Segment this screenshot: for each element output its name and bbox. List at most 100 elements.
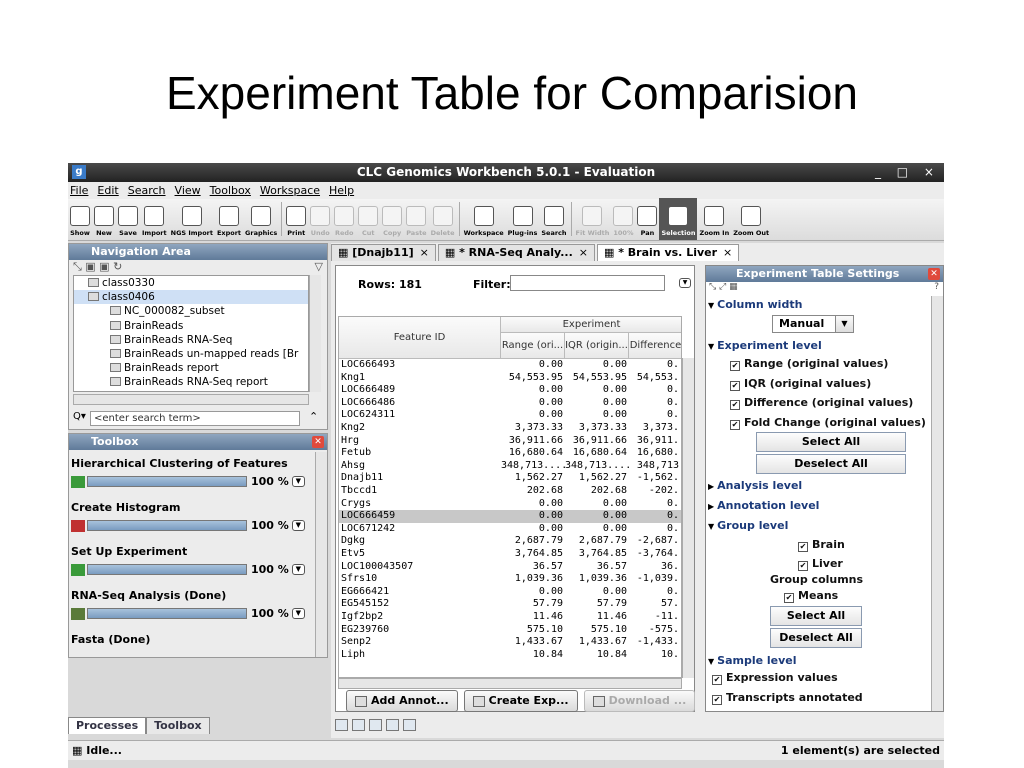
toolbar-graphics-button[interactable]: Graphics <box>243 198 279 240</box>
sample-level-checkbox[interactable]: ✔ Expression values <box>712 671 838 685</box>
table-row[interactable]: LOC100043507 36.57 36.57 36. <box>339 561 681 574</box>
table-action-button[interactable]: Download ... <box>583 690 696 712</box>
toolbox-scrollbar[interactable] <box>315 452 327 657</box>
section-experiment-level[interactable]: ▼ Experiment level <box>708 339 822 352</box>
tree-item[interactable]: BrainReads RNA-Seq <box>74 333 308 347</box>
tree-hscrollbar[interactable] <box>73 394 309 405</box>
table-row[interactable]: Sfrs10 1,039.36 1,039.36 -1,039. <box>339 573 681 586</box>
menu-toolbox[interactable]: Toolbox <box>210 182 251 199</box>
group-deselect-all-button[interactable]: Deselect All <box>770 628 862 648</box>
toolbar-undo-button[interactable]: Undo <box>308 198 332 240</box>
close-tab-icon[interactable]: × <box>723 246 732 259</box>
menu-search[interactable]: Search <box>128 182 166 199</box>
toolbar-delete-button[interactable]: Delete <box>429 198 457 240</box>
tree-item[interactable]: class0406 <box>74 290 308 305</box>
toolbar-copy-button[interactable]: Copy <box>380 198 404 240</box>
table-row[interactable]: Ahsg 348,713.... 348,713.... 348,713 <box>339 460 681 473</box>
close-icon[interactable]: ✕ <box>928 268 940 280</box>
toolbar-cut-button[interactable]: Cut <box>356 198 380 240</box>
editor-tab[interactable]: ▦ [Dnajb11] × <box>331 244 436 261</box>
toolbar-100--button[interactable]: 100% <box>611 198 635 240</box>
table-row[interactable]: LOC666493 0.00 0.00 0. <box>339 359 681 372</box>
table-row[interactable]: Etv5 3,764.85 3,764.85 -3,764. <box>339 548 681 561</box>
process-options-icon[interactable]: ▼ <box>291 476 305 487</box>
filter-icon[interactable]: ▽ <box>315 260 323 273</box>
window-controls[interactable]: _ □ × <box>875 163 940 182</box>
menu-view[interactable]: View <box>175 182 201 199</box>
tree-item[interactable]: BrainReads <box>74 319 308 333</box>
search-icon[interactable]: Q▾ <box>73 411 86 422</box>
section-sample-level[interactable]: ▼ Sample level <box>708 654 797 667</box>
experiment-level-checkbox[interactable]: ✔ Fold Change (original values) <box>730 416 926 430</box>
tree-item[interactable]: class0330 <box>74 276 308 290</box>
table-row[interactable]: Igf2bp2 11.46 11.46 -11. <box>339 611 681 624</box>
table-row[interactable]: Dgkg 2,687.79 2,687.79 -2,687. <box>339 535 681 548</box>
section-analysis-level[interactable]: ▶ Analysis level <box>708 479 802 492</box>
toolbar-pan-button[interactable]: Pan <box>635 198 659 240</box>
group-liver-checkbox[interactable]: ✔ Liver <box>798 557 843 571</box>
filter-options-icon[interactable]: ▼ <box>679 278 691 288</box>
table-row[interactable]: Hrg 36,911.66 36,911.66 36,911. <box>339 435 681 448</box>
column-header-iqr[interactable]: IQR (origin... <box>565 333 629 359</box>
filter-input[interactable] <box>510 275 665 291</box>
toolbar-zoom-in-button[interactable]: Zoom In <box>697 198 731 240</box>
section-annotation-level[interactable]: ▶ Annotation level <box>708 499 819 512</box>
scatter-plot-icon[interactable] <box>352 719 365 731</box>
tree-item[interactable]: NC_000082_subset <box>74 304 308 318</box>
close-tab-icon[interactable]: × <box>420 246 429 259</box>
table-row[interactable]: EG239760 575.10 575.10 -575. <box>339 624 681 637</box>
table-view-icon[interactable] <box>335 719 348 731</box>
history-icon[interactable] <box>403 719 416 731</box>
toolbar-plug-ins-button[interactable]: Plug-ins <box>506 198 540 240</box>
menu-workspace[interactable]: Workspace <box>260 182 320 199</box>
column-width-select[interactable]: Manual ▼ <box>772 315 854 333</box>
tree-item[interactable]: BrainReads report <box>74 361 308 375</box>
nav-tool-icons[interactable]: ⤡ ▣ ▣ ↻ <box>73 260 122 273</box>
toolbar-ngs-import-button[interactable]: NGS Import <box>169 198 215 240</box>
column-header-feature-id[interactable]: Feature ID <box>339 317 501 359</box>
help-icon[interactable]: ? <box>934 282 939 292</box>
settings-tool-icons[interactable]: ⤡ ⤢ ▦ <box>709 282 738 292</box>
group-select-all-button[interactable]: Select All <box>770 606 862 626</box>
table-row[interactable]: Crygs 0.00 0.00 0. <box>339 498 681 511</box>
collapse-icon[interactable]: ⌃ <box>309 410 318 423</box>
table-action-button[interactable]: Add Annot... <box>346 690 458 712</box>
menu-file[interactable]: File <box>70 182 88 199</box>
toolbar-new-button[interactable]: New <box>92 198 116 240</box>
table-row[interactable]: LOC671242 0.00 0.00 0. <box>339 523 681 536</box>
table-row[interactable]: Tbccd1 202.68 202.68 -202. <box>339 485 681 498</box>
table-row[interactable]: Senp2 1,433.67 1,433.67 -1,433. <box>339 636 681 649</box>
toolbar-zoom-out-button[interactable]: Zoom Out <box>731 198 771 240</box>
experiment-level-checkbox[interactable]: ✔ Difference (original values) <box>730 396 913 410</box>
close-icon[interactable]: ✕ <box>312 436 324 448</box>
tree-item[interactable]: BrainReads RNA-Seq report <box>74 375 308 389</box>
table-row[interactable]: Fetub 16,680.64 16,680.64 16,680. <box>339 447 681 460</box>
settings-scrollbar[interactable] <box>931 296 943 711</box>
window-titlebar[interactable]: g CLC Genomics Workbench 5.0.1 - Evaluat… <box>68 163 944 182</box>
table-row[interactable]: Kng2 3,373.33 3,373.33 3,373. <box>339 422 681 435</box>
toolbar-import-button[interactable]: Import <box>140 198 169 240</box>
column-header-range[interactable]: Range (ori... <box>501 333 565 359</box>
search-input[interactable]: <enter search term> <box>90 411 300 426</box>
table-row[interactable]: EG666421 0.00 0.00 0. <box>339 586 681 599</box>
experiment-level-checkbox[interactable]: ✔ IQR (original values) <box>730 377 871 391</box>
process-options-icon[interactable]: ▼ <box>291 608 305 619</box>
tree-item[interactable]: BrainReads un-mapped reads [Br <box>74 347 308 361</box>
section-column-width[interactable]: ▼ Column width <box>708 298 802 311</box>
table-row[interactable]: LOC666486 0.00 0.00 0. <box>339 397 681 410</box>
toolbar-export-button[interactable]: Export <box>215 198 243 240</box>
tab-processes[interactable]: Processes <box>68 717 147 734</box>
table-scrollbar[interactable] <box>682 358 694 678</box>
table-hscrollbar[interactable] <box>338 678 682 689</box>
toolbar-fit-width-button[interactable]: Fit Width <box>574 198 612 240</box>
tree-scrollbar[interactable] <box>309 275 321 392</box>
toolbar-show-button[interactable]: Show <box>68 198 92 240</box>
toolbar-search-button[interactable]: Search <box>539 198 568 240</box>
sample-level-checkbox[interactable]: ✔Detected transcripts <box>712 710 854 711</box>
experiment-level-checkbox[interactable]: ✔ Range (original values) <box>730 357 888 371</box>
table-row[interactable]: Dnajb11 1,562.27 1,562.27 -1,562. <box>339 472 681 485</box>
toolbar-save-button[interactable]: Save <box>116 198 140 240</box>
toolbar-selection-button[interactable]: Selection <box>659 198 698 240</box>
volcano-plot-icon[interactable] <box>386 719 399 731</box>
table-row[interactable]: LOC666459 0.00 0.00 0. <box>339 510 681 523</box>
